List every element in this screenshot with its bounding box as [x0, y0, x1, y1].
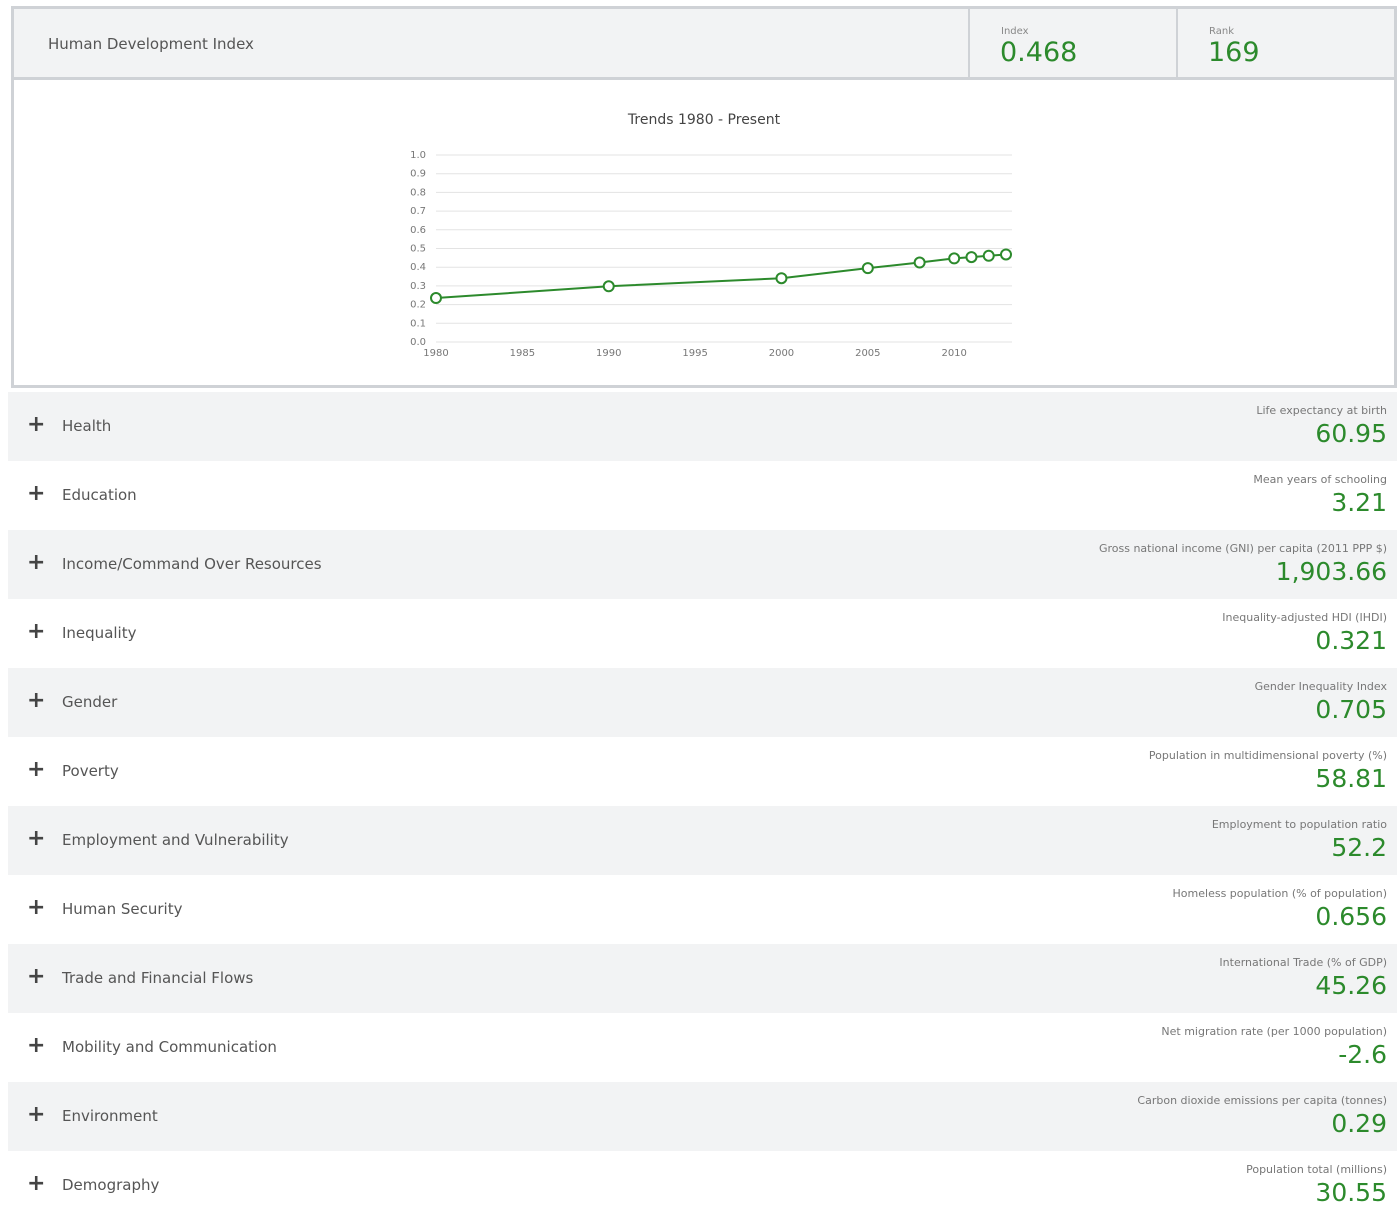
x-tick-label: 1985: [510, 348, 535, 359]
plus-icon[interactable]: +: [27, 897, 45, 919]
category-metric-label: Gender Inequality Index: [1254, 680, 1387, 693]
data-point: [861, 262, 874, 275]
category-metric-value: 0.29: [1331, 1109, 1387, 1138]
y-tick-label: 0.7: [410, 206, 426, 217]
category-name: Inequality: [62, 624, 137, 642]
plus-icon[interactable]: +: [27, 483, 45, 505]
plus-icon[interactable]: +: [27, 414, 45, 436]
category-metric-label: Homeless population (% of population): [1172, 887, 1387, 900]
data-point: [982, 249, 995, 262]
category-metric-value: 0.656: [1315, 902, 1387, 931]
category-list: + Health Life expectancy at birth 60.95 + Edu…: [8, 392, 1397, 1220]
category-row-inequality[interactable]: + Inequality Inequality-adjusted HDI (IHDI…: [8, 599, 1397, 668]
category-name: Poverty: [62, 762, 119, 780]
plus-icon[interactable]: +: [27, 966, 45, 988]
category-row-human-security[interactable]: + Human Security Homeless population (% of…: [8, 875, 1397, 944]
category-metric-value: 30.55: [1315, 1178, 1387, 1207]
category-name: Environment: [62, 1107, 158, 1125]
plus-icon[interactable]: +: [27, 1035, 45, 1057]
category-metric-label: Net migration rate (per 1000 population): [1161, 1025, 1387, 1038]
category-metric-value: 3.21: [1331, 488, 1387, 517]
y-tick-label: 0.8: [410, 187, 426, 198]
y-tick-label: 0.5: [410, 244, 426, 255]
category-name: Health: [62, 417, 112, 435]
data-point: [948, 252, 961, 265]
category-metric-value: 45.26: [1315, 971, 1387, 1000]
category-name: Employment and Vulnerability: [62, 831, 289, 849]
plus-icon[interactable]: +: [27, 552, 45, 574]
y-tick-label: 0.0: [410, 337, 426, 348]
y-tick-label: 0.2: [410, 300, 426, 311]
hdi-trend-chart: 0.0 0.1 0.2 0.3 0.4 0.5 0.6 0.7 0.8 0.9 1.0 1980 198…: [410, 150, 1012, 359]
category-metric-label: Inequality-adjusted HDI (IHDI): [1222, 611, 1387, 624]
plus-icon[interactable]: +: [27, 1173, 45, 1195]
category-name: Income/Command Over Resources: [62, 555, 322, 573]
y-tick-label: 1.0: [410, 150, 426, 161]
x-tick-label: 2010: [941, 348, 966, 359]
category-row-employment-and-vulnerability[interactable]: + Employment and Vulnerability Employment …: [8, 806, 1397, 875]
category-row-mobility-and-communication[interactable]: + Mobility and Communication Net migration…: [8, 1013, 1397, 1082]
category-row-trade-and-financial-flows[interactable]: + Trade and Financial Flows International …: [8, 944, 1397, 1013]
category-name: Gender: [62, 693, 118, 711]
category-row-education[interactable]: + Education Mean years of schooling 3.21: [8, 461, 1397, 530]
category-metric-label: Life expectancy at birth: [1256, 404, 1387, 417]
data-point: [965, 251, 978, 264]
data-point: [1000, 248, 1012, 261]
category-name: Education: [62, 486, 137, 504]
category-name: Demography: [62, 1176, 160, 1194]
plus-icon[interactable]: +: [27, 759, 45, 781]
y-tick-label: 0.4: [410, 262, 426, 273]
category-row-income-command-over-resources[interactable]: + Income/Command Over Resources Gross nati…: [8, 530, 1397, 599]
category-metric-label: Population total (millions): [1246, 1163, 1387, 1176]
category-metric-value: -2.6: [1338, 1040, 1387, 1069]
plus-icon[interactable]: +: [27, 1104, 45, 1126]
category-metric-value: 0.321: [1315, 626, 1387, 655]
x-tick-label: 1995: [682, 348, 707, 359]
category-metric-label: Population in multidimensional poverty (…: [1148, 749, 1387, 762]
data-point: [430, 292, 442, 305]
category-metric-value: 0.705: [1315, 695, 1387, 724]
category-metric-label: Gross national income (GNI) per capita (…: [1098, 542, 1387, 555]
category-metric-value: 60.95: [1315, 419, 1387, 448]
plus-icon[interactable]: +: [27, 621, 45, 643]
category-row-health[interactable]: + Health Life expectancy at birth 60.95: [8, 392, 1397, 461]
category-row-demography[interactable]: + Demography Population total (millions) 30…: [8, 1151, 1397, 1220]
y-tick-label: 0.9: [410, 169, 426, 180]
y-tick-label: 0.6: [410, 225, 426, 236]
category-row-environment[interactable]: + Environment Carbon dioxide emissions per…: [8, 1082, 1397, 1151]
x-tick-label: 2005: [855, 348, 880, 359]
y-tick-label: 0.1: [410, 318, 426, 329]
plus-icon[interactable]: +: [27, 690, 45, 712]
data-point: [913, 256, 926, 269]
category-metric-label: Employment to population ratio: [1211, 818, 1387, 831]
category-metric-label: International Trade (% of GDP): [1219, 956, 1387, 969]
category-metric-label: Mean years of schooling: [1253, 473, 1387, 486]
category-row-poverty[interactable]: + Poverty Population in multidimensional p…: [8, 737, 1397, 806]
category-row-gender[interactable]: + Gender Gender Inequality Index 0.705: [8, 668, 1397, 737]
category-name: Human Security: [62, 900, 183, 918]
category-metric-label: Carbon dioxide emissions per capita (ton…: [1137, 1094, 1387, 1107]
category-name: Mobility and Communication: [62, 1038, 277, 1056]
category-name: Trade and Financial Flows: [62, 969, 254, 987]
data-point: [602, 280, 615, 293]
x-tick-label: 1980: [423, 348, 448, 359]
plus-icon[interactable]: +: [27, 828, 45, 850]
category-metric-value: 52.2: [1331, 833, 1387, 862]
data-point: [775, 272, 788, 285]
x-tick-label: 1990: [596, 348, 621, 359]
category-metric-value: 58.81: [1315, 764, 1387, 793]
x-tick-label: 2000: [769, 348, 794, 359]
y-tick-label: 0.3: [410, 281, 426, 292]
hdi-panel: Human Development Index Index 0.468 Rank…: [11, 6, 1397, 388]
category-metric-value: 1,903.66: [1275, 557, 1387, 586]
